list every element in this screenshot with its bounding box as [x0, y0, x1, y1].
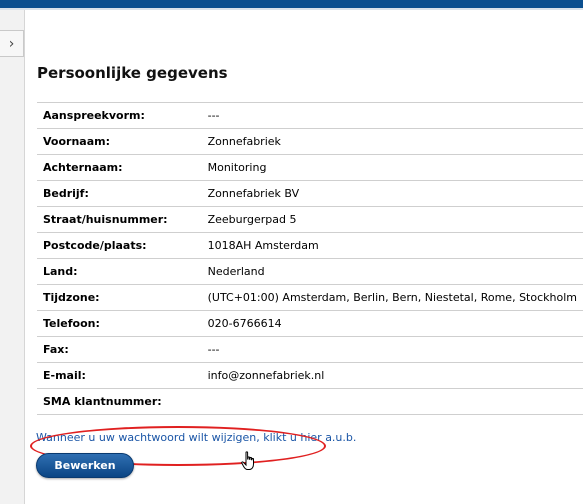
detail-row: Land: Nederland	[37, 258, 583, 285]
detail-value: 1018AH Amsterdam	[201, 232, 583, 259]
detail-value: ---	[201, 102, 583, 129]
detail-row: Achternaam: Monitoring	[37, 154, 583, 181]
detail-label: Tijdzone:	[37, 284, 202, 311]
personal-details-panel: Persoonlijke gegevens Aanspreekvorm: --- V…	[25, 10, 583, 504]
personal-details-table: Aanspreekvorm: --- Voornaam: Zonnefabriek Ac…	[37, 102, 583, 415]
detail-value: ---	[201, 336, 583, 363]
detail-row: Aanspreekvorm: ---	[37, 102, 583, 129]
detail-value: 020-6766614	[201, 310, 583, 337]
detail-label: Bedrijf:	[37, 180, 202, 207]
detail-value: Zeeburgerpad 5	[201, 206, 583, 233]
hand-cursor-icon	[241, 451, 254, 470]
sidebar-expand-toggle[interactable]: ›	[0, 30, 24, 57]
detail-label: Postcode/plaats:	[37, 232, 202, 259]
detail-label: Achternaam:	[37, 154, 202, 181]
detail-label: E-mail:	[37, 362, 202, 389]
detail-label: SMA klantnummer:	[37, 388, 202, 415]
detail-row: Straat/huisnummer: Zeeburgerpad 5	[37, 206, 583, 233]
detail-value: (UTC+01:00) Amsterdam, Berlin, Bern, Nie…	[201, 284, 583, 311]
detail-value: Monitoring	[201, 154, 583, 181]
detail-value: Zonnefabriek BV	[201, 180, 583, 207]
detail-label: Aanspreekvorm:	[37, 102, 202, 129]
detail-value: Nederland	[201, 258, 583, 285]
detail-row: Voornaam: Zonnefabriek	[37, 128, 583, 155]
detail-label: Straat/huisnummer:	[37, 206, 202, 233]
detail-row: E-mail: info@zonnefabriek.nl	[37, 362, 583, 389]
top-header-bar	[0, 0, 583, 8]
detail-row: SMA klantnummer:	[37, 388, 583, 415]
detail-value: info@zonnefabriek.nl	[201, 362, 583, 389]
detail-row: Bedrijf: Zonnefabriek BV	[37, 180, 583, 207]
detail-label: Voornaam:	[37, 128, 202, 155]
chevron-right-icon: ›	[8, 35, 15, 52]
change-password-link[interactable]: Wanneer u uw wachtwoord wilt wijzigen, k…	[36, 431, 356, 444]
detail-row: Postcode/plaats: 1018AH Amsterdam	[37, 232, 583, 259]
detail-row: Fax: ---	[37, 336, 583, 363]
detail-value: Zonnefabriek	[201, 128, 583, 155]
detail-row: Tijdzone: (UTC+01:00) Amsterdam, Berlin, …	[37, 284, 583, 311]
detail-label: Fax:	[37, 336, 202, 363]
detail-value	[201, 388, 583, 415]
edit-button[interactable]: Bewerken	[36, 453, 134, 478]
page-title: Persoonlijke gegevens	[37, 64, 228, 82]
detail-label: Land:	[37, 258, 202, 285]
detail-label: Telefoon:	[37, 310, 202, 337]
sidebar-collapsed	[0, 10, 25, 504]
detail-row: Telefoon: 020-6766614	[37, 310, 583, 337]
